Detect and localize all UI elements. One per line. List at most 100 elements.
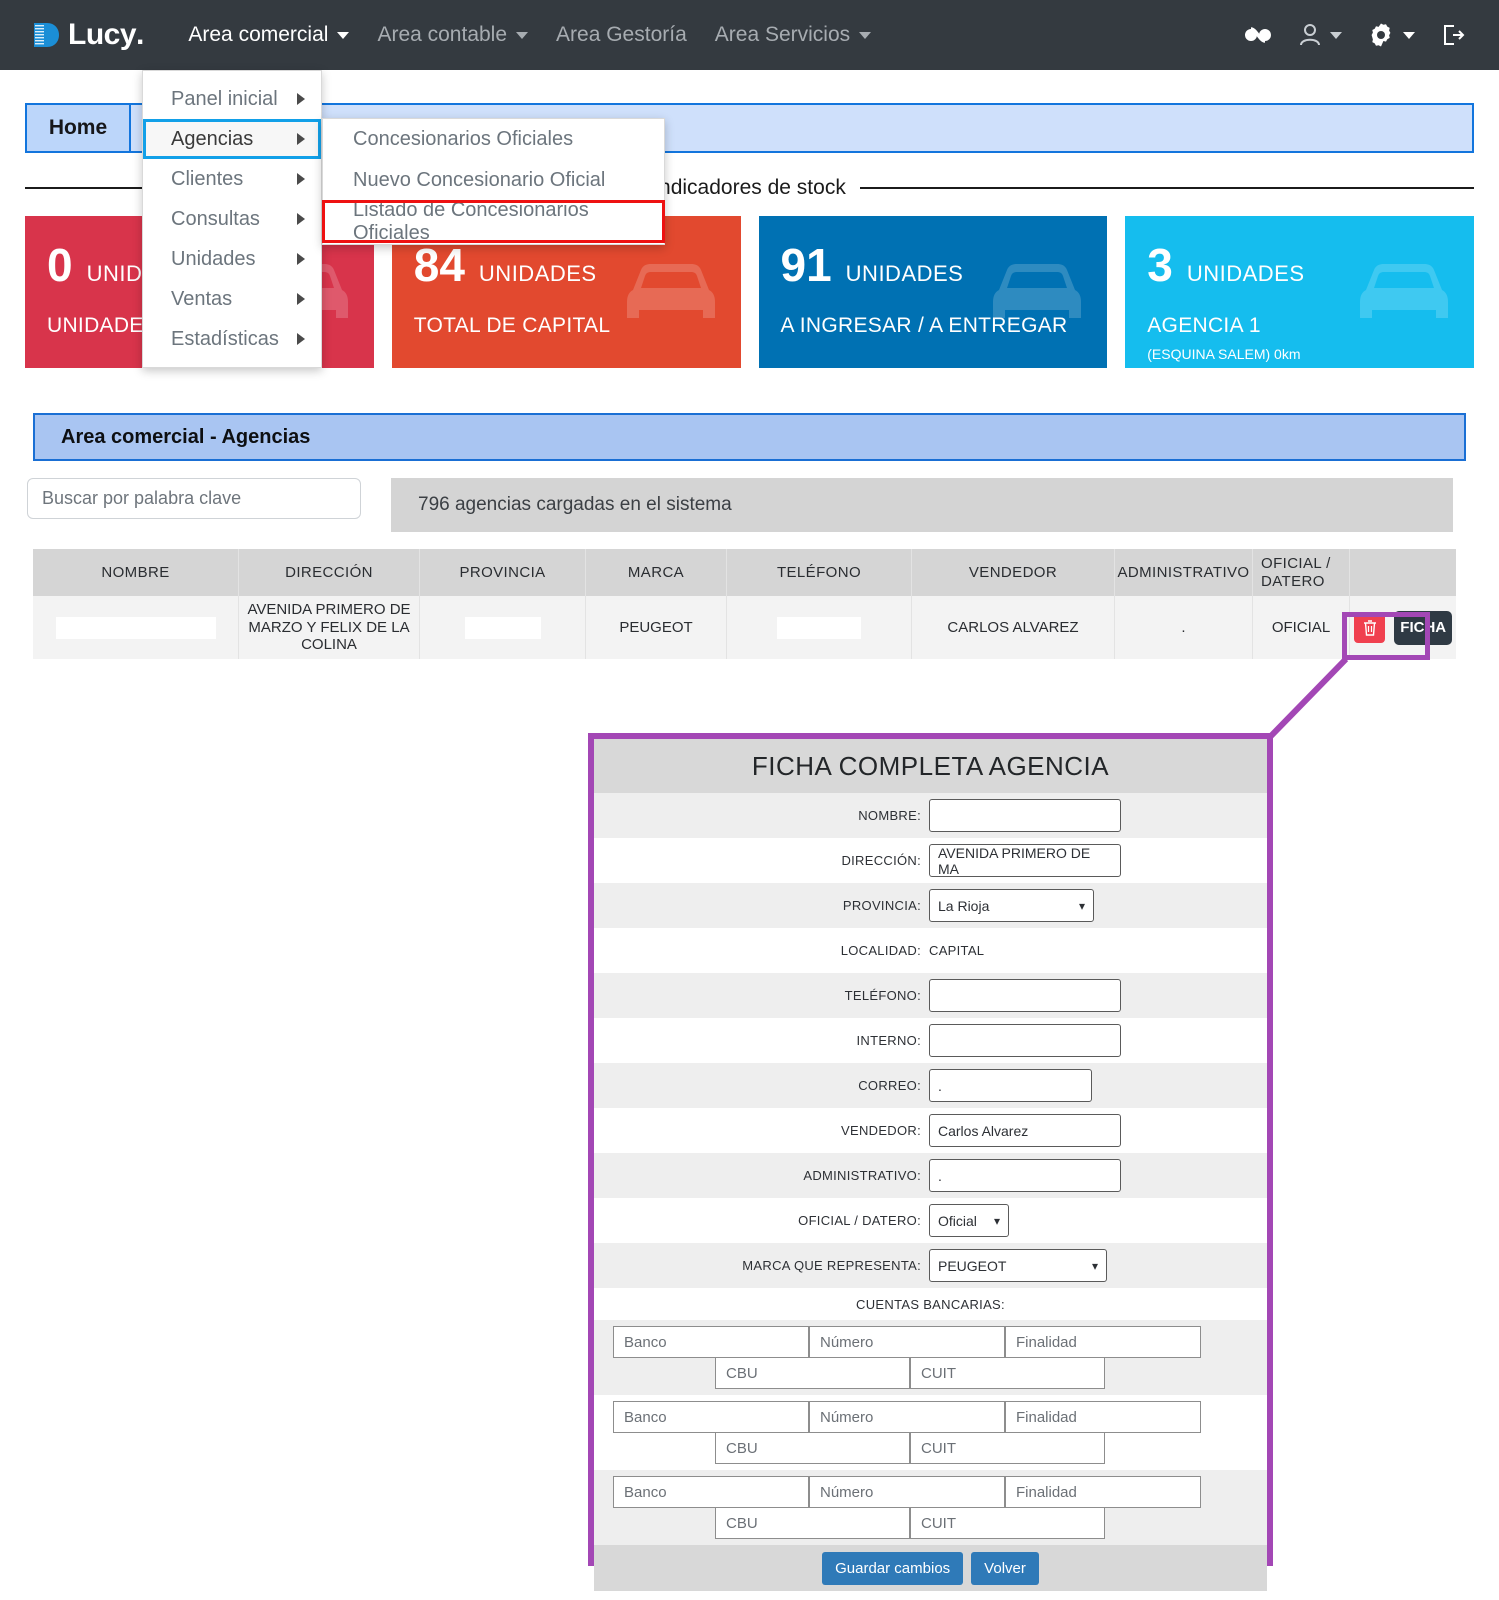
nav-item-area-servicios[interactable]: Area Servicios bbox=[701, 23, 885, 47]
menu-item-label: Estadísticas bbox=[171, 327, 279, 350]
marca-select[interactable]: PEUGEOT ▾ bbox=[929, 1249, 1107, 1282]
bank-line-top: Banco Número Finalidad bbox=[594, 1326, 1267, 1358]
th-nombre[interactable]: NOMBRE bbox=[33, 549, 239, 596]
stat-card-a-ingresar-a-entregar[interactable]: 91 UNIDADES A INGRESAR / A ENTREGAR bbox=[758, 216, 1108, 368]
field-row-direccion: DIRECCIÓN: AVENIDA PRIMERO DE MA bbox=[594, 838, 1267, 883]
table-row[interactable]: AVENIDA PRIMERO DE MARZO Y FELIX DE LA C… bbox=[33, 596, 1456, 659]
ficha-completa-panel: FICHA COMPLETA AGENCIA NOMBRE: DIRECCIÓN… bbox=[588, 733, 1273, 1591]
brand-logo[interactable]: Lucy . bbox=[30, 18, 144, 52]
navbar-actions bbox=[1243, 22, 1465, 48]
infinity-icon[interactable] bbox=[1243, 25, 1273, 45]
menu-item-agencias[interactable]: Agencias bbox=[143, 119, 321, 159]
submenu-item-listado-de-concesionarios-oficiales[interactable]: Listado de Concesionarios Oficiales bbox=[322, 199, 665, 244]
finalidad-field[interactable]: Finalidad bbox=[1005, 1476, 1201, 1508]
correo-field[interactable]: . bbox=[929, 1069, 1092, 1102]
menu-item-ventas[interactable]: Ventas bbox=[143, 279, 321, 319]
finalidad-field[interactable]: Finalidad bbox=[1005, 1401, 1201, 1433]
th-direccion[interactable]: DIRECCIÓN bbox=[239, 549, 420, 596]
bank-line-bottom: CBU CUIT bbox=[594, 1507, 1267, 1539]
user-menu[interactable] bbox=[1299, 23, 1342, 47]
stat-card-agencia-1[interactable]: 3 UNIDADES AGENCIA 1 (ESQUINA SALEM) 0km bbox=[1125, 216, 1474, 368]
numero-field[interactable]: Número bbox=[809, 1401, 1005, 1433]
th-oficial-datero[interactable]: OFICIAL / DATERO bbox=[1253, 549, 1350, 596]
nav-item-area-gestoria[interactable]: Area Gestoría bbox=[542, 23, 701, 47]
menu-item-label: Unidades bbox=[171, 247, 256, 270]
label-oficial-datero: OFICIAL / DATERO: bbox=[798, 1213, 921, 1228]
oficial-datero-select[interactable]: Oficial ▾ bbox=[929, 1204, 1009, 1237]
th-provincia[interactable]: PROVINCIA bbox=[420, 549, 586, 596]
menu-item-label: Clientes bbox=[171, 167, 244, 190]
submenu-item-nuevo-concesionario-oficial[interactable]: Nuevo Concesionario Oficial bbox=[323, 160, 664, 201]
control-marca: PEUGEOT ▾ bbox=[929, 1249, 1267, 1282]
car-icon bbox=[617, 256, 725, 328]
menu-item-consultas[interactable]: Consultas bbox=[143, 199, 321, 239]
settings-menu[interactable] bbox=[1368, 22, 1415, 48]
menu-item-clientes[interactable]: Clientes bbox=[143, 159, 321, 199]
th-vendedor[interactable]: VENDEDOR bbox=[912, 549, 1115, 596]
numero-field[interactable]: Número bbox=[809, 1326, 1005, 1358]
nav-item-label: Area Servicios bbox=[714, 23, 851, 46]
banco-field[interactable]: Banco bbox=[613, 1476, 809, 1508]
cuit-field[interactable]: CUIT bbox=[910, 1432, 1105, 1464]
card-number: 84 bbox=[413, 239, 465, 291]
field-row-correo: CORREO: . bbox=[594, 1063, 1267, 1108]
top-navbar: Lucy . Area comercial Area contable Area… bbox=[0, 0, 1499, 70]
marca-value: PEUGEOT bbox=[938, 1257, 1007, 1274]
localidad-value: CAPITAL bbox=[929, 943, 985, 958]
direccion-field[interactable]: AVENIDA PRIMERO DE MA bbox=[929, 844, 1121, 877]
banco-field[interactable]: Banco bbox=[613, 1401, 809, 1433]
finalidad-field[interactable]: Finalidad bbox=[1005, 1326, 1201, 1358]
ficha-footer: Guardar cambios Volver bbox=[594, 1545, 1267, 1591]
bank-line-bottom: CBU CUIT bbox=[594, 1432, 1267, 1464]
menu-item-panel-inicial[interactable]: Panel inicial bbox=[143, 79, 321, 119]
chevron-down-icon: ▾ bbox=[1091, 1258, 1098, 1273]
bank-account-3: Banco Número Finalidad CBU CUIT bbox=[594, 1470, 1267, 1545]
submenu-item-concesionarios-oficiales[interactable]: Concesionarios Oficiales bbox=[323, 119, 664, 160]
numero-field[interactable]: Número bbox=[809, 1476, 1005, 1508]
th-telefono[interactable]: TELÉFONO bbox=[727, 549, 912, 596]
menu-item-label: Ventas bbox=[171, 287, 233, 310]
menu-item-estadisticas[interactable]: Estadísticas bbox=[143, 319, 321, 359]
cell-marca: PEUGEOT bbox=[586, 596, 727, 659]
oficial-datero-value: Oficial bbox=[938, 1212, 977, 1229]
cuit-field[interactable]: CUIT bbox=[910, 1357, 1105, 1389]
card-unit: UNIDADES bbox=[1186, 261, 1305, 286]
tab-home[interactable]: Home bbox=[25, 103, 131, 153]
field-row-nombre: NOMBRE: bbox=[594, 793, 1267, 838]
search-input[interactable]: Buscar por palabra clave bbox=[27, 478, 361, 519]
menu-item-label: Agencias bbox=[171, 127, 254, 150]
nav-item-area-comercial[interactable]: Area comercial bbox=[174, 23, 363, 47]
provincia-select[interactable]: La Rioja ▾ bbox=[929, 889, 1094, 922]
field-row-marca: MARCA QUE REPRESENTA: PEUGEOT ▾ bbox=[594, 1243, 1267, 1288]
back-button[interactable]: Volver bbox=[971, 1551, 1039, 1585]
cbu-field[interactable]: CBU bbox=[715, 1357, 910, 1389]
th-marca[interactable]: MARCA bbox=[586, 549, 727, 596]
chevron-right-icon bbox=[297, 93, 305, 105]
nav-item-area-contable[interactable]: Area contable bbox=[363, 23, 542, 47]
nombre-field[interactable] bbox=[929, 799, 1121, 832]
label-administrativo: ADMINISTRATIVO: bbox=[803, 1168, 921, 1183]
redacted-value bbox=[464, 616, 541, 639]
vendedor-field[interactable]: Carlos Alvarez bbox=[929, 1114, 1121, 1147]
th-actions bbox=[1350, 549, 1456, 596]
interno-field[interactable] bbox=[929, 1024, 1121, 1057]
chevron-down-icon bbox=[859, 31, 872, 39]
logout-icon[interactable] bbox=[1441, 23, 1465, 47]
brand-name: Lucy bbox=[68, 18, 137, 51]
label-localidad: LOCALIDAD: bbox=[840, 943, 921, 958]
cuit-field[interactable]: CUIT bbox=[910, 1507, 1105, 1539]
telefono-field[interactable] bbox=[929, 979, 1121, 1012]
label-provincia: PROVINCIA: bbox=[842, 898, 921, 913]
th-administrativo[interactable]: ADMINISTRATIVO bbox=[1115, 549, 1253, 596]
menu-item-unidades[interactable]: Unidades bbox=[143, 239, 321, 279]
cbu-field[interactable]: CBU bbox=[715, 1507, 910, 1539]
save-button[interactable]: Guardar cambios bbox=[822, 1551, 964, 1585]
cbu-field[interactable]: CBU bbox=[715, 1432, 910, 1464]
administrativo-field[interactable]: . bbox=[929, 1159, 1121, 1192]
chevron-right-icon bbox=[297, 293, 305, 305]
agencies-table: NOMBRE DIRECCIÓN PROVINCIA MARCA TELÉFON… bbox=[33, 549, 1456, 659]
control-telefono bbox=[929, 979, 1267, 1012]
nav-item-label: Area comercial bbox=[188, 23, 329, 46]
chevron-down-icon: ▾ bbox=[1078, 898, 1085, 913]
banco-field[interactable]: Banco bbox=[613, 1326, 809, 1358]
